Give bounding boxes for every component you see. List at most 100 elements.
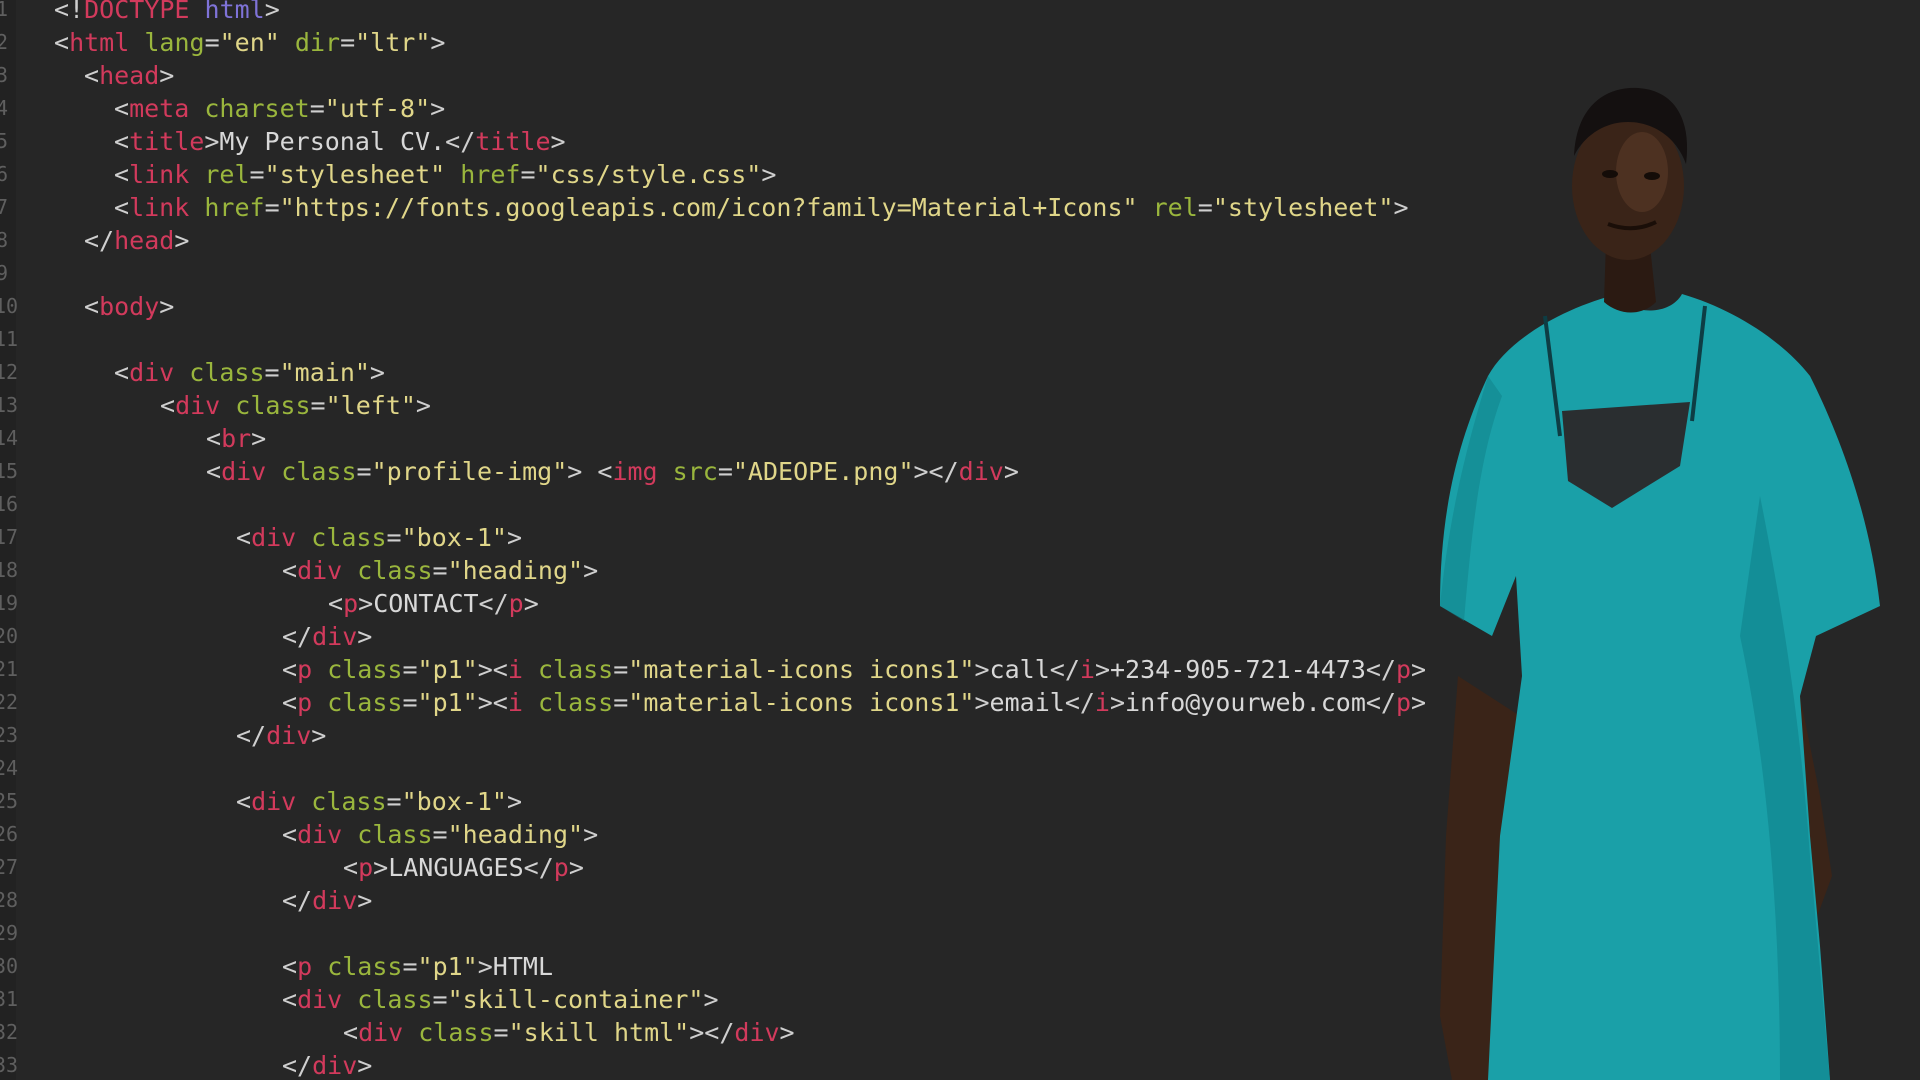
code-token: "material-icons icons1" xyxy=(628,655,975,684)
code-token: < xyxy=(84,292,100,321)
code-token: class xyxy=(357,985,433,1014)
code-token: < xyxy=(282,556,298,585)
code-line: 2 <html lang="en" dir="ltr"> xyxy=(0,26,1920,59)
code-token: LANGUAGES xyxy=(388,853,524,882)
line-number: 33 xyxy=(0,1053,19,1077)
code-token: p xyxy=(343,589,359,618)
code-token: charset xyxy=(204,94,310,123)
code-text: <head> xyxy=(84,59,174,92)
code-token: < xyxy=(282,952,298,981)
code-token: </ xyxy=(523,853,554,882)
code-token: < xyxy=(236,523,252,552)
code-token: > xyxy=(159,61,175,90)
code-token: = xyxy=(402,952,418,981)
code-token: class xyxy=(537,655,614,684)
code-token: "profile-img" xyxy=(371,457,568,486)
code-text: <title>My Personal CV.</title> xyxy=(114,125,566,158)
profile-photo xyxy=(1440,87,1880,1080)
code-token: ></ xyxy=(689,1018,735,1047)
code-token: </ xyxy=(236,721,267,750)
code-text: <p>CONTACT</p> xyxy=(328,587,539,620)
code-token: > xyxy=(974,688,990,717)
code-token: "heading" xyxy=(447,820,584,849)
line-number: 30 xyxy=(0,954,19,978)
line-number: 3 xyxy=(0,63,8,87)
code-token: rel xyxy=(204,160,250,189)
code-token: CONTACT xyxy=(373,589,479,618)
code-token: > xyxy=(251,424,267,453)
code-token: "stylesheet" xyxy=(1212,193,1394,222)
code-token: href xyxy=(460,160,521,189)
code-token: "p1" xyxy=(417,952,478,981)
code-token: My Personal CV. xyxy=(219,127,446,156)
code-token: class xyxy=(418,1018,494,1047)
code-token: rel xyxy=(1152,193,1198,222)
line-number: 2 xyxy=(0,30,8,54)
line-number: 8 xyxy=(0,228,8,252)
code-token: div xyxy=(358,1018,404,1047)
code-token: = xyxy=(264,358,280,387)
line-number: 31 xyxy=(0,987,19,1011)
code-text: <div class="heading"> xyxy=(282,554,598,587)
line-number: 4 xyxy=(0,96,8,120)
code-token: body xyxy=(99,292,160,321)
line-number: 7 xyxy=(0,195,8,219)
code-token: class xyxy=(327,655,403,684)
code-token: > xyxy=(415,391,431,420)
code-text: </div> xyxy=(282,884,372,917)
code-token: < xyxy=(114,94,130,123)
code-token: "left" xyxy=(325,391,416,420)
line-number: 1 xyxy=(0,0,8,21)
code-token: < xyxy=(343,853,359,882)
line-number: 22 xyxy=(0,690,19,714)
code-token: div xyxy=(129,358,175,387)
code-token: class xyxy=(357,820,433,849)
line-number: 16 xyxy=(0,492,19,516)
code-token: title xyxy=(129,127,205,156)
line-number: 20 xyxy=(0,624,19,648)
line-number: 15 xyxy=(0,459,19,483)
code-token: = xyxy=(1197,193,1213,222)
code-text: </head> xyxy=(84,224,189,257)
code-token: >< xyxy=(477,688,508,717)
code-token: "material-icons icons1" xyxy=(628,688,975,717)
code-text: </div> xyxy=(282,620,372,653)
code-token: < xyxy=(54,28,70,57)
code-text: <link rel="stylesheet" href="css/style.c… xyxy=(114,158,776,191)
code-token: br xyxy=(221,424,252,453)
code-token: link xyxy=(129,193,190,222)
code-token: > xyxy=(357,1051,373,1080)
code-token: email xyxy=(989,688,1065,717)
code-token: < xyxy=(206,457,222,486)
code-token: src xyxy=(672,457,718,486)
code-text: <link href="https://fonts.googleapis.com… xyxy=(114,191,1409,224)
code-token: > xyxy=(357,886,373,915)
code-token: "box-1" xyxy=(401,523,507,552)
code-token: </ xyxy=(282,886,313,915)
code-token: = xyxy=(249,160,265,189)
code-token: div xyxy=(312,622,358,651)
code-token: title xyxy=(475,127,551,156)
code-token: > xyxy=(583,556,599,585)
code-token: div xyxy=(312,1051,358,1080)
line-number: 23 xyxy=(0,723,19,747)
line-number: 10 xyxy=(0,294,19,318)
code-token: div xyxy=(175,391,221,420)
code-token: < xyxy=(282,985,298,1014)
line-number: 6 xyxy=(0,162,8,186)
code-token: > < xyxy=(567,457,613,486)
code-text: <p>LANGUAGES</p> xyxy=(343,851,584,884)
code-token: < xyxy=(282,655,298,684)
code-token: < xyxy=(328,589,344,618)
line-number: 12 xyxy=(0,360,19,384)
code-token: "ltr" xyxy=(355,28,431,57)
